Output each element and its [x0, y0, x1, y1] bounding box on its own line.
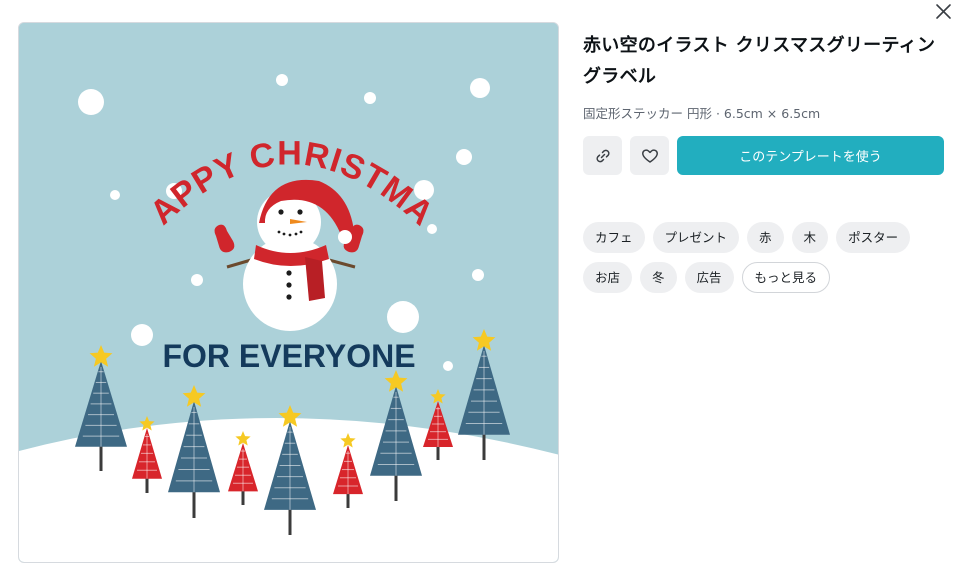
tag-chip[interactable]: 冬 [640, 262, 677, 293]
subline-text: FOR EVERYONE [162, 338, 415, 374]
template-preview[interactable]: HAPPY CHRISTMAS [18, 22, 559, 563]
link-icon [595, 149, 610, 162]
christmas-artwork: HAPPY CHRISTMAS [19, 23, 558, 562]
copy-link-button[interactable] [583, 136, 622, 175]
heart-icon [641, 148, 658, 163]
tag-chip[interactable]: 木 [791, 222, 829, 253]
template-meta: 固定形ステッカー 円形 · 6.5cm × 6.5cm [583, 106, 821, 121]
close-icon [936, 4, 951, 19]
template-info: 赤い空のイラスト クリスマスグリーティングラベル 固定形ステッカー 円形 · 6… [583, 30, 944, 122]
tag-chip[interactable]: カフェ [583, 222, 645, 253]
template-detail-modal: HAPPY CHRISTMAS [0, 0, 960, 581]
action-bar: このテンプレートを使う [583, 136, 944, 175]
template-title: 赤い空のイラスト クリスマスグリーティングラベル [583, 35, 936, 87]
tag-chip[interactable]: 広告 [684, 262, 734, 293]
tag-chip[interactable]: お店 [583, 262, 633, 293]
tag-list: カフェ プレゼント 赤 木 ポスター お店 冬 広告 もっと見る [583, 222, 944, 293]
tag-chip[interactable]: ポスター [836, 222, 911, 253]
tag-chip[interactable]: プレゼント [652, 222, 740, 253]
close-button[interactable] [932, 1, 954, 23]
favorite-button[interactable] [630, 136, 669, 175]
show-more-tags-button[interactable]: もっと見る [741, 262, 831, 293]
use-template-button[interactable]: このテンプレートを使う [677, 136, 944, 175]
tag-chip[interactable]: 赤 [747, 222, 784, 253]
